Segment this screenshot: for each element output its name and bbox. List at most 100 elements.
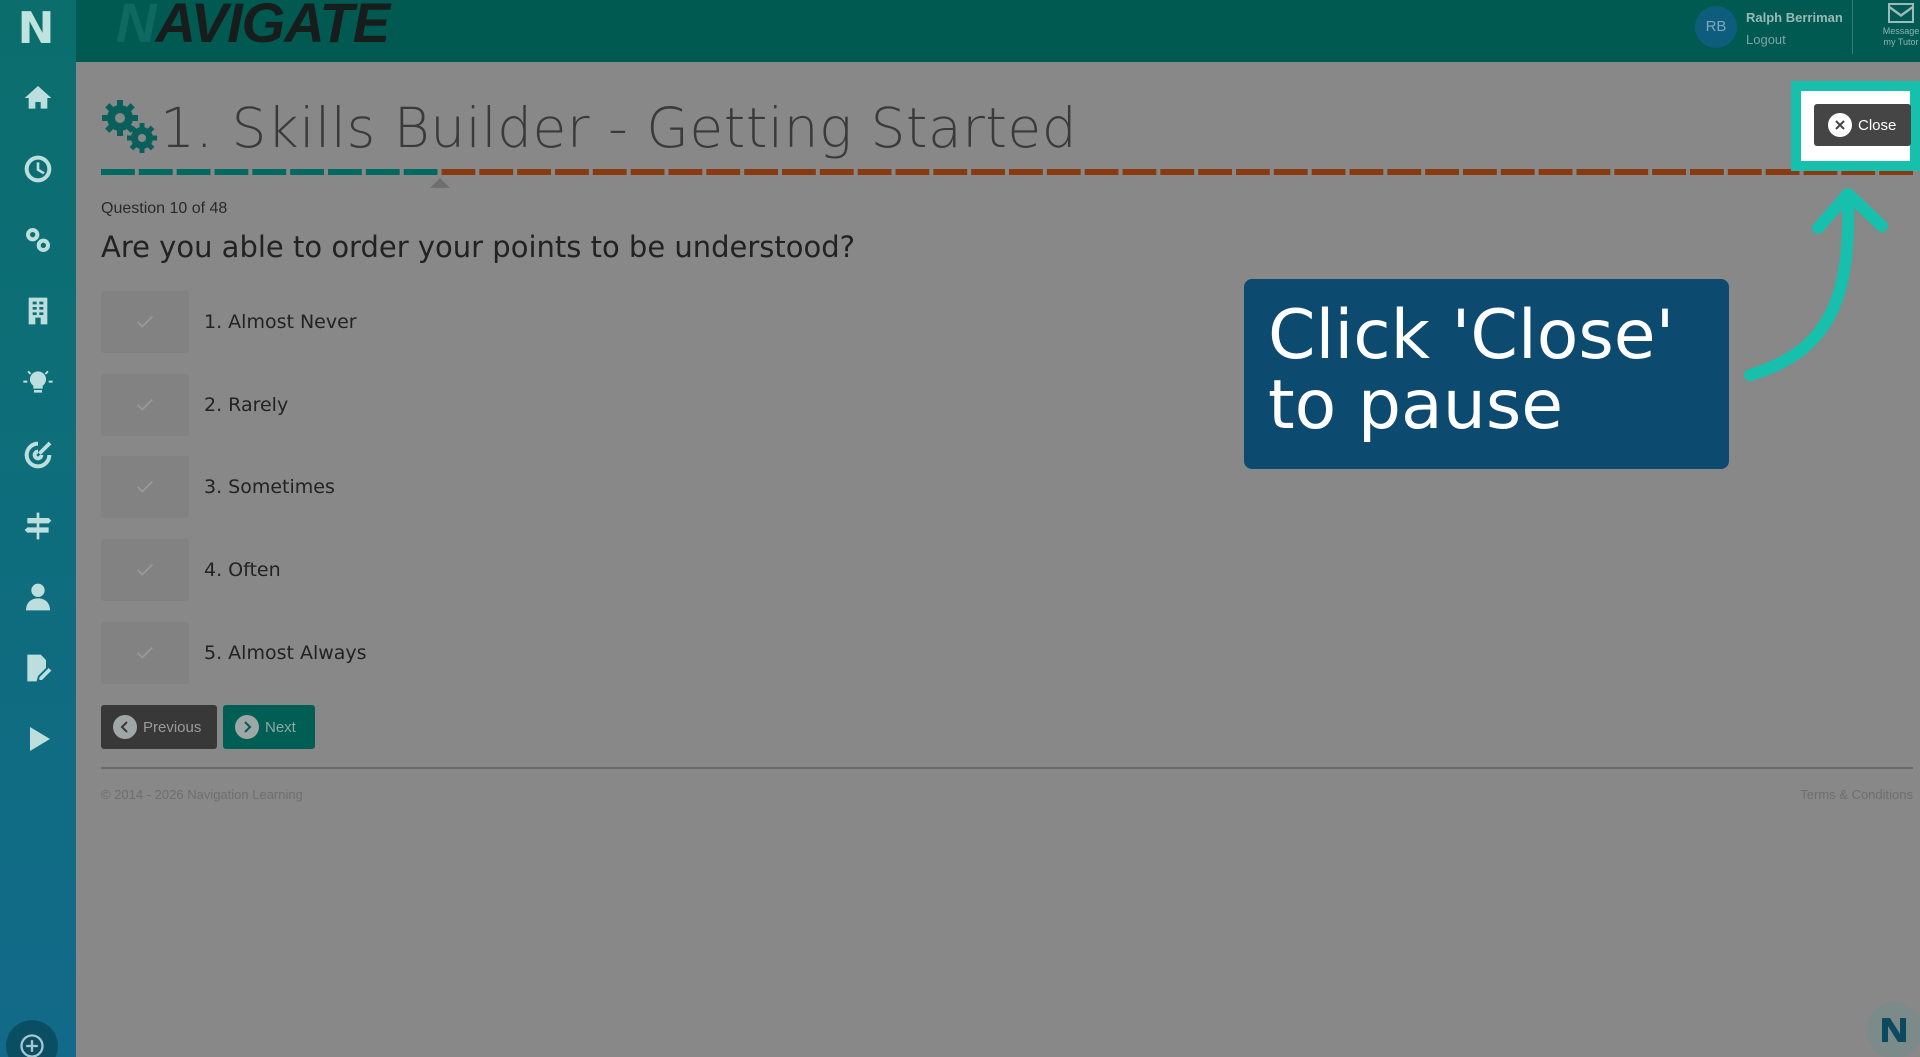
brand-wordmark: NAVIGATE <box>116 0 390 54</box>
user-name: Ralph Berriman <box>1746 10 1843 25</box>
check-icon <box>137 646 153 659</box>
progress-segment <box>1349 169 1384 175</box>
tutorial-callout: Click 'Close' to pause <box>1244 279 1729 469</box>
progress-segment <box>101 169 135 175</box>
progress-segment <box>214 169 249 175</box>
sidebar-item-history[interactable] <box>8 147 68 191</box>
sidebar-item-videos[interactable] <box>8 717 68 761</box>
progress-segment <box>1009 169 1043 175</box>
building-icon <box>28 297 48 325</box>
answer-label: 3. Sometimes <box>204 476 335 498</box>
edit-document-icon <box>27 654 52 682</box>
curved-arrow-icon <box>1744 188 1888 381</box>
progress-segment <box>403 169 438 175</box>
chevron-right-icon <box>235 715 259 739</box>
answer-checkbox[interactable] <box>101 291 189 353</box>
progress-segment <box>1614 169 1649 175</box>
question-counter: Question 10 of 48 <box>101 200 228 217</box>
progress-segment <box>138 169 173 175</box>
progress-segment <box>1652 169 1686 175</box>
progress-segment <box>630 169 665 175</box>
chevron-left-icon <box>113 715 137 739</box>
question-progress-bar <box>101 169 1913 175</box>
progress-segment <box>819 169 854 175</box>
progress-segment <box>895 169 930 175</box>
check-icon <box>137 398 153 411</box>
footer-divider <box>101 767 1913 769</box>
progress-segments <box>101 169 1913 175</box>
answer-option[interactable]: 4. Often <box>101 538 601 602</box>
progress-segment <box>1084 169 1119 175</box>
answer-option[interactable]: 3. Sometimes <box>101 455 601 519</box>
answer-checkbox[interactable] <box>101 456 189 518</box>
sidebar-item-assessments[interactable] <box>8 646 68 690</box>
progress-segment <box>365 169 400 175</box>
add-circle-icon <box>20 1034 44 1057</box>
progress-segment <box>744 169 778 175</box>
progress-segment <box>668 169 703 175</box>
close-icon <box>1828 113 1852 137</box>
progress-segment <box>176 169 211 175</box>
next-button-label: Next <box>265 718 296 736</box>
gears-icon <box>26 228 50 252</box>
progress-current-marker <box>429 178 450 188</box>
check-icon <box>137 315 153 328</box>
envelope-icon <box>1888 3 1914 23</box>
check-icon <box>137 563 153 576</box>
help-widget-icon[interactable] <box>1864 998 1920 1057</box>
check-icon <box>137 480 153 493</box>
progress-segment <box>441 169 476 175</box>
progress-segment <box>252 169 287 175</box>
sidebar-item-organisation[interactable] <box>8 289 68 333</box>
progress-segment <box>290 169 324 175</box>
sidebar-item-profile[interactable] <box>8 575 68 619</box>
answer-option[interactable]: 5. Almost Always <box>101 621 601 685</box>
logout-link[interactable]: Logout <box>1746 32 1786 47</box>
progress-segment <box>1727 169 1762 175</box>
next-button[interactable]: Next <box>223 705 315 749</box>
answer-label: 1. Almost Never <box>204 311 357 333</box>
answer-label: 2. Rarely <box>204 394 289 416</box>
copyright-text: © 2014 - 2026 Navigation Learning <box>101 787 303 802</box>
close-button[interactable]: Close <box>1814 104 1911 146</box>
answer-option[interactable]: 1. Almost Never <box>101 290 601 354</box>
progress-segment <box>328 169 362 175</box>
progress-segment <box>1122 169 1157 175</box>
sidebar-item-skills[interactable] <box>8 218 68 262</box>
answer-checkbox[interactable] <box>101 539 189 601</box>
previous-button-label: Previous <box>143 718 202 736</box>
sidebar-add-button[interactable] <box>6 1020 58 1057</box>
lightbulb-icon <box>23 370 53 393</box>
progress-segment <box>517 169 551 175</box>
message-tutor-button[interactable]: Message my Tutor <box>1876 2 1920 48</box>
callout-line-1: Click 'Close' <box>1268 296 1675 375</box>
play-icon <box>30 727 50 751</box>
app-logo[interactable]: N <box>14 4 58 54</box>
answer-label: 5. Almost Always <box>204 642 367 664</box>
avatar[interactable]: RB <box>1695 6 1737 48</box>
progress-segment <box>479 169 514 175</box>
sidebar-item-goals[interactable] <box>8 433 68 477</box>
sidebar-item-home[interactable] <box>8 76 68 120</box>
progress-segment <box>1387 169 1422 175</box>
callout-line-2: to pause <box>1268 366 1564 445</box>
answer-checkbox[interactable] <box>101 374 189 436</box>
progress-segment <box>971 169 1005 175</box>
close-button-label: Close <box>1858 116 1897 134</box>
progress-segment <box>1198 169 1232 175</box>
sidebar-item-pathways[interactable] <box>8 504 68 548</box>
page-title: 1. Skills Builder - Getting Started <box>160 96 1078 160</box>
home-icon <box>24 86 52 109</box>
question-text: Are you able to order your points to be … <box>101 230 856 264</box>
answer-option[interactable]: 2. Rarely <box>101 373 601 437</box>
progress-segment <box>1538 169 1573 175</box>
previous-button[interactable]: Previous <box>101 705 217 749</box>
progress-segment <box>706 169 741 175</box>
progress-segment <box>1236 169 1270 175</box>
sidebar-item-ideas[interactable] <box>8 360 68 404</box>
answer-checkbox[interactable] <box>101 622 189 684</box>
terms-link[interactable]: Terms & Conditions <box>1800 787 1913 802</box>
message-tutor-label-2: my Tutor <box>1883 37 1919 47</box>
progress-segment <box>782 169 816 175</box>
progress-segment <box>1160 169 1195 175</box>
